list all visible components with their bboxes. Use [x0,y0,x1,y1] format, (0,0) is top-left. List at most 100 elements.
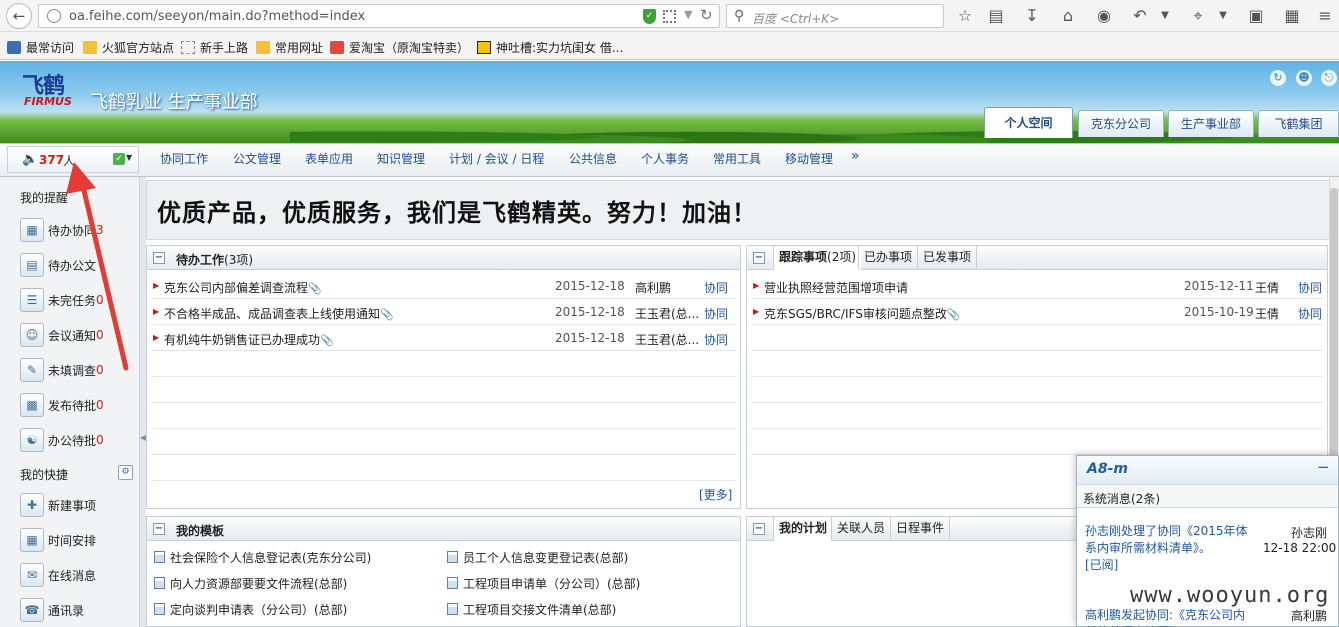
row-title-text: 有机纯牛奶销售证已办理成功 [164,333,321,347]
row-sender: 王玉君(总... [635,333,700,347]
template-item[interactable]: 工程项目申请单（分公司）(总部) [447,570,640,596]
back-button[interactable]: ← [6,3,32,29]
row-title[interactable]: 营业执照经营范围增项申请 [764,279,908,296]
collapse-panel-icon[interactable]: − [753,252,765,264]
minimize-icon[interactable]: − [1317,458,1330,476]
refresh-icon[interactable]: ↻ [1270,70,1286,86]
crop-icon[interactable]: ⌖ [1186,4,1210,28]
panel-title-text: 待办工作 [176,253,225,267]
menu-icon[interactable]: ≡ [1313,4,1337,28]
exit-icon[interactable]: ⎋ [1321,70,1337,86]
download-icon[interactable]: ↧ [1020,4,1044,28]
menu-common-tools[interactable]: 常用工具 [713,150,761,167]
comment-icon[interactable]: ▣ [1244,4,1268,28]
document-icon: ▤ [20,253,44,277]
crop-dropdown-icon[interactable]: ▼ [1211,4,1235,28]
collapse-panel-icon[interactable]: − [753,523,765,535]
meeting-icon: ☺ [20,323,44,347]
tab-related-people[interactable]: 关联人员 [831,517,890,541]
more-link[interactable]: [更多] [699,486,732,503]
tab-tracking[interactable]: 跟踪事项(2项) [773,246,862,270]
message-status[interactable]: [已阅] [1085,557,1118,574]
template-item[interactable]: 社会保险个人信息登记表(克东分公司) [154,544,371,570]
tab-sent[interactable]: 已发事项 [917,246,978,270]
bookmark-aitaobao[interactable]: 爱淘宝（原淘宝特卖） [330,38,469,56]
shield-icon[interactable]: ✓ [643,9,656,24]
tab-production-division[interactable]: 生产事业部 [1168,110,1254,137]
attachment-icon: 📎 [308,282,322,295]
shortcut-schedule[interactable]: ▦ 时间安排 [20,527,96,553]
search-bar[interactable]: ⚲ 百度 <Ctrl+K> [726,4,944,28]
tab-feihe-group[interactable]: 飞鹤集团 [1258,110,1339,137]
tab-schedule-events[interactable]: 日程事件 [890,517,951,541]
shortcut-address-book[interactable]: ☎ 通讯录 [20,597,84,623]
menu-knowledge[interactable]: 知识管理 [377,150,425,167]
message-link[interactable]: 高利鹏发起协同:《克东公司内部偏差调查流程》 [1085,607,1253,627]
pending-row[interactable]: ▶ 有机纯牛奶销售证已办理成功📎 2015-12-18 王玉君(总... 协同 [151,325,736,351]
row-title[interactable]: 有机纯牛奶销售证已办理成功📎 [164,331,334,348]
template-item[interactable]: 员工个人信息变更登记表(总部) [447,544,628,570]
tab-done[interactable]: 已办事项 [858,246,917,270]
row-type[interactable]: 协同 [704,331,728,348]
star-icon[interactable]: ☆ [953,4,977,28]
panel-title[interactable]: 待办工作(3项) [176,251,253,268]
row-type[interactable]: 协同 [1298,279,1322,296]
template-item[interactable]: 定向谈判申请表（分公司）(总部) [154,596,347,622]
bookmark-firefox[interactable]: 火狐官方站点 [83,38,174,56]
qr-code-icon[interactable] [663,10,676,23]
sidebar-item-publish-approval[interactable]: ▩ 发布待批 0 [20,392,104,418]
collapse-panel-icon[interactable]: − [153,523,165,535]
task-icon: ☰ [20,288,44,312]
row-type[interactable]: 协同 [704,279,728,296]
profile-icon[interactable]: ☻ [1296,70,1312,86]
url-bar[interactable]: oa.feihe.com/seeyon/main.do?method=index… [38,4,720,28]
tab-my-plan[interactable]: 我的计划 [773,517,833,541]
tracking-row[interactable]: ▶ 克东SGS/BRC/IFS审核问题点整改📎 2015-10-19 王倩 协同 [751,299,1323,325]
home-icon[interactable]: ⌂ [1056,4,1080,28]
collapse-panel-icon[interactable]: − [153,252,165,264]
bookmark-most-visited[interactable]: 最常访问 [7,38,74,56]
template-item[interactable]: 向人力资源部要要文件流程(总部) [154,570,347,596]
menu-public-info[interactable]: 公共信息 [569,150,617,167]
bookmark-common-sites[interactable]: 常用网址 [256,38,323,56]
undo-dropdown-icon[interactable]: ▼ [1153,4,1177,28]
bookmark-getting-started[interactable]: 新手上路 [181,38,248,56]
template-item[interactable]: 工程项目交接文件清单(总部) [447,596,616,622]
arrow-head [66,162,96,194]
sidebar-item-office-approval[interactable]: ☯ 办公待批 0 [20,427,104,453]
row-type[interactable]: 协同 [704,305,728,322]
menu-plan-meeting-schedule[interactable]: 计划 / 会议 / 日程 [449,150,544,167]
sidebar-item-label: 办公待批 [48,433,97,448]
menu-more[interactable]: » [851,148,860,164]
bookmark-shentucao[interactable]: 神吐槽:实力坑闺女 借... [477,38,623,56]
reload-icon[interactable]: ↻ [700,6,713,24]
translate-icon[interactable]: ▦ [1280,4,1304,28]
row-title[interactable]: 克东SGS/BRC/IFS审核问题点整改📎 [764,305,961,322]
tab-kedong-branch[interactable]: 克东分公司 [1078,110,1164,137]
reading-list-icon[interactable]: ▤ [984,4,1008,28]
row-type[interactable]: 协同 [1298,305,1322,322]
row-title[interactable]: 克东公司内部偏差调查流程📎 [164,279,322,296]
menu-collaboration[interactable]: 协同工作 [160,150,208,167]
shortcut-settings-icon[interactable]: ⚙ [118,465,133,480]
shortcut-online-message[interactable]: ✉ 在线消息 [20,562,96,588]
message-link[interactable]: 孙志刚处理了协同《2015年体系内审所需材料清单》。 [1085,523,1253,557]
tab-personal-space[interactable]: 个人空间 [984,107,1073,138]
pending-row[interactable]: ▶ 克东公司内部偏差调查流程📎 2015-12-18 高利鹏 协同 [151,273,736,299]
menu-mobile[interactable]: 移动管理 [785,150,833,167]
menu-form-apps[interactable]: 表单应用 [305,150,353,167]
template-label: 工程项目交接文件清单(总部) [463,602,617,617]
shortcut-heading: 我的快捷 [20,468,69,482]
shortcut-new-item[interactable]: ✚ 新建事项 [20,492,96,518]
menu-official-docs[interactable]: 公文管理 [233,150,281,167]
shortcut-label: 新建事项 [48,498,97,513]
tracking-row[interactable]: ▶ 营业执照经营范围增项申请 2015-12-11 王倩 协同 [751,273,1323,299]
undo-icon[interactable]: ↶ [1128,4,1152,28]
row-title[interactable]: 不合格半成品、成品调查表上线使用通知📎 [164,305,394,322]
sidebar-item-count: 0 [96,433,104,447]
menu-personal-affairs[interactable]: 个人事务 [641,150,689,167]
panel-title[interactable]: 我的模板 [176,522,224,539]
url-dropdown-icon[interactable]: ▼ [684,8,692,21]
pending-row[interactable]: ▶ 不合格半成品、成品调查表上线使用通知📎 2015-12-18 王玉君(总..… [151,299,736,325]
chat-icon[interactable]: ◉ [1092,4,1116,28]
